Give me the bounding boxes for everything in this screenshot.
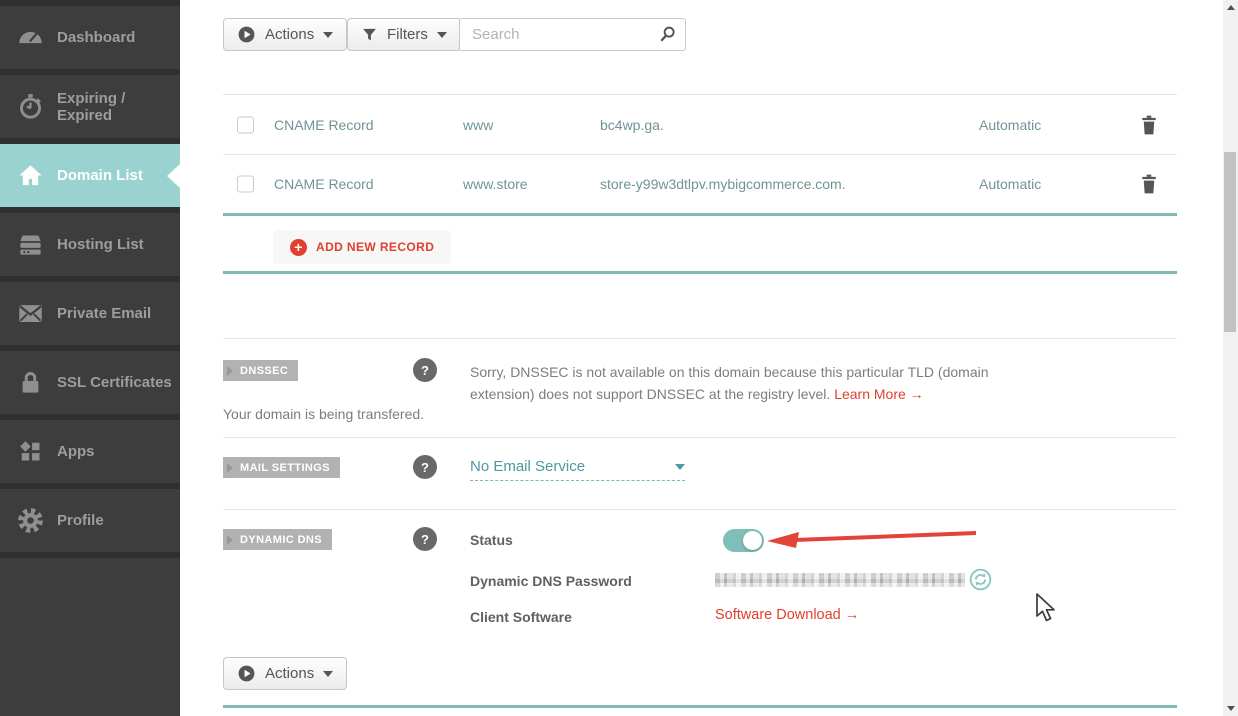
dns-records-table: CNAME Record www bc4wp.ga. Automatic CNA… (223, 94, 1177, 216)
sidebar-item-ssl-certificates[interactable]: SSL Certificates (0, 345, 180, 414)
question-glyph: ? (421, 460, 429, 475)
trash-icon[interactable] (1140, 114, 1158, 135)
record-host: www.store (463, 176, 528, 192)
transfer-note: Your domain is being transfered. (223, 406, 424, 422)
play-circle-icon (237, 25, 256, 44)
question-icon[interactable]: ? (413, 358, 437, 382)
filters-button-label: Filters (387, 26, 428, 43)
dnssec-badge: DNSSEC (223, 360, 298, 381)
mail-settings-badge: MAIL SETTINGS (223, 457, 340, 478)
caret-down-icon (323, 671, 333, 677)
sidebar-item-label: Expiring / Expired (57, 90, 180, 124)
table-row: CNAME Record www bc4wp.ga. Automatic (223, 95, 1177, 155)
search-icon[interactable] (659, 25, 677, 48)
refresh-icon[interactable] (969, 568, 992, 591)
add-record-bar: + ADD NEW RECORD (223, 219, 1177, 274)
sidebar-divider (0, 552, 180, 558)
actions-button-label: Actions (265, 26, 314, 43)
sidebar-item-label: SSL Certificates (57, 374, 172, 391)
sidebar: Dashboard Expiring / Expired Domain List… (0, 0, 180, 716)
sidebar-item-hosting-list[interactable]: Hosting List (0, 207, 180, 276)
scrollbar-track[interactable] (1223, 0, 1238, 716)
dnssec-message: Sorry, DNSSEC is not available on this d… (470, 361, 1035, 405)
gear-icon (17, 507, 44, 534)
scrollbar-down-button[interactable] (1223, 701, 1238, 716)
status-label: Status (470, 532, 513, 548)
scrollbar-up-button[interactable] (1223, 0, 1238, 15)
question-icon[interactable]: ? (413, 527, 437, 551)
dynamic-dns-badge-label: DYNAMIC DNS (240, 534, 322, 546)
actions-button[interactable]: Actions (223, 18, 347, 51)
sidebar-item-profile[interactable]: Profile (0, 483, 180, 552)
filters-button[interactable]: Filters (347, 18, 461, 51)
plus-circle-icon: + (290, 239, 307, 256)
record-type: CNAME Record (274, 176, 374, 192)
ddns-password-label: Dynamic DNS Password (470, 573, 632, 589)
lock-icon (17, 369, 44, 396)
email-service-dropdown[interactable]: No Email Service (470, 458, 685, 481)
mouse-cursor (1033, 592, 1059, 628)
sidebar-item-label: Profile (57, 512, 104, 529)
record-host: www (463, 117, 493, 133)
stopwatch-icon (17, 93, 44, 120)
section-divider (223, 509, 1177, 510)
record-value: store-y99w3dtlpv.mybigcommerce.com. (600, 176, 846, 192)
sidebar-item-expiring[interactable]: Expiring / Expired (0, 69, 180, 138)
gauge-icon (17, 24, 44, 51)
search-box (459, 18, 686, 51)
question-glyph: ? (421, 532, 429, 547)
actions-button-label: Actions (265, 665, 314, 682)
trash-icon[interactable] (1140, 174, 1158, 195)
dynamic-dns-toggle[interactable] (723, 529, 764, 552)
caret-down-icon (675, 464, 685, 470)
dynamic-dns-badge: DYNAMIC DNS (223, 529, 332, 550)
record-ttl: Automatic (979, 117, 1041, 133)
table-row: CNAME Record www.store store-y99w3dtlpv.… (223, 155, 1177, 216)
software-download-link[interactable]: Software Download → (715, 607, 859, 623)
annotation-arrow (765, 527, 978, 554)
record-value: bc4wp.ga. (600, 117, 664, 133)
row-checkbox[interactable] (237, 116, 254, 133)
section-divider-teal (223, 705, 1177, 708)
caret-down-icon (323, 32, 333, 38)
sidebar-item-apps[interactable]: Apps (0, 414, 180, 483)
toggle-knob (743, 531, 762, 550)
triangle-down-icon (1227, 706, 1235, 711)
play-circle-icon (237, 664, 256, 683)
ddns-password-masked-value (715, 573, 965, 587)
client-software-label: Client Software (470, 609, 572, 625)
caret-down-icon (437, 32, 447, 38)
row-checkbox[interactable] (237, 176, 254, 193)
add-new-record-label: ADD NEW RECORD (316, 240, 434, 254)
record-type: CNAME Record (274, 117, 374, 133)
scrollbar-thumb[interactable] (1224, 152, 1236, 332)
home-icon (17, 162, 44, 189)
dnssec-badge-label: DNSSEC (240, 365, 288, 377)
sidebar-item-label: Apps (57, 443, 95, 460)
record-ttl: Automatic (979, 176, 1041, 192)
sidebar-item-domain-list[interactable]: Domain List (0, 138, 180, 207)
sidebar-item-label: Dashboard (57, 29, 135, 46)
envelope-icon (17, 300, 44, 327)
sidebar-item-label: Domain List (57, 167, 143, 184)
funnel-icon (361, 26, 378, 43)
apps-grid-icon (17, 438, 44, 465)
mail-settings-badge-label: MAIL SETTINGS (240, 462, 330, 474)
question-glyph: ? (421, 363, 429, 378)
sidebar-item-label: Hosting List (57, 236, 144, 253)
section-divider (223, 437, 1177, 438)
sidebar-item-label: Private Email (57, 305, 151, 322)
actions-button-bottom[interactable]: Actions (223, 657, 347, 690)
email-service-selected: No Email Service (470, 458, 585, 475)
server-icon (17, 231, 44, 258)
question-icon[interactable]: ? (413, 455, 437, 479)
sidebar-item-dashboard[interactable]: Dashboard (0, 0, 180, 69)
sidebar-item-private-email[interactable]: Private Email (0, 276, 180, 345)
add-new-record-button[interactable]: + ADD NEW RECORD (273, 230, 451, 264)
search-input[interactable] (459, 18, 686, 51)
triangle-up-icon (1227, 5, 1235, 10)
learn-more-link[interactable]: Learn More → (834, 386, 923, 402)
section-divider (223, 338, 1177, 339)
